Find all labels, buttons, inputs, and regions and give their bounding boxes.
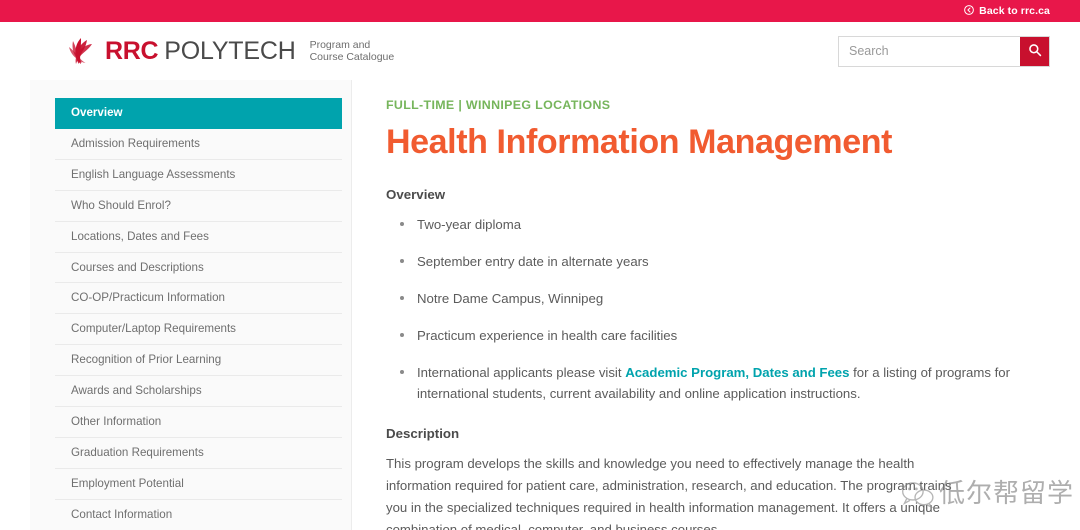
sidebar-item-contact-information[interactable]: Contact Information xyxy=(55,500,342,530)
sidebar-item-recognition-of-prior-learning[interactable]: Recognition of Prior Learning xyxy=(55,345,342,377)
intl-text-before: International applicants please visit xyxy=(417,364,626,380)
sidebar-item-label: Graduation Requirements xyxy=(71,445,204,459)
list-item-text: Practicum experience in health care faci… xyxy=(417,327,678,343)
search-submit-button[interactable] xyxy=(1020,36,1049,66)
search-input[interactable] xyxy=(839,36,1020,66)
page-title: Health Information Management xyxy=(386,123,893,161)
description-section: Description This program develops the sk… xyxy=(386,426,1050,530)
sidebar-item-label: Courses and Descriptions xyxy=(71,260,204,274)
list-item: September entry date in alternate years xyxy=(386,251,1050,272)
sidebar-item-locations-dates-and-fees[interactable]: Locations, Dates and Fees xyxy=(55,222,342,253)
brand-subtitle-line1: Program and xyxy=(309,38,371,51)
rrc-wheat-mark-icon xyxy=(66,37,96,65)
list-item: Practicum experience in health care faci… xyxy=(386,325,1050,346)
program-meta-eyebrow: FULL-TIME | WINNIPEG LOCATIONS xyxy=(386,98,611,112)
list-item-text: Notre Dame Campus, Winnipeg xyxy=(417,290,604,306)
list-item-international: International applicants please visit Ac… xyxy=(386,362,1050,404)
sidebar-item-label: Recognition of Prior Learning xyxy=(71,353,222,367)
back-to-rrc-link[interactable]: Back to rrc.ca xyxy=(964,4,1050,18)
sidebar-item-employment-potential[interactable]: Employment Potential xyxy=(55,469,342,500)
sidebar-item-courses-and-descriptions[interactable]: Courses and Descriptions xyxy=(55,253,342,284)
sidebar-item-label: Locations, Dates and Fees xyxy=(71,229,209,243)
sidebar-item-label: Other Information xyxy=(71,415,162,429)
search-icon xyxy=(1028,43,1042,60)
sidebar-item-overview[interactable]: Overview xyxy=(55,98,342,129)
sidebar-item-label: Contact Information xyxy=(71,507,173,521)
sidebar-item-computer-laptop-requirements[interactable]: Computer/Laptop Requirements xyxy=(55,314,342,346)
sidebar-item-label: Admission Requirements xyxy=(71,136,200,150)
site-header: RRC POLYTECH Program and Course Catalogu… xyxy=(0,22,1080,80)
description-paragraph: This program develops the skills and kno… xyxy=(386,455,952,530)
sidebar-item-label: CO-OP/Practicum Information xyxy=(71,291,225,305)
back-to-rrc-label: Back to rrc.ca xyxy=(979,5,1050,17)
section-nav-sidebar: Overview Admission Requirements English La… xyxy=(30,80,352,530)
brand-name-primary: RRC xyxy=(105,36,159,65)
sidebar-item-label: Overview xyxy=(71,106,123,119)
description-heading: Description xyxy=(386,425,460,441)
sidebar-item-label: Awards and Scholarships xyxy=(71,384,202,398)
overview-heading: Overview xyxy=(386,186,446,202)
sidebar-item-awards-and-scholarships[interactable]: Awards and Scholarships xyxy=(55,376,342,408)
sidebar-item-label: Who Should Enrol? xyxy=(71,198,171,212)
overview-bullet-list: Two-year diploma September entry date in … xyxy=(386,214,1050,404)
main-content: FULL-TIME | WINNIPEG LOCATIONS Health In… xyxy=(352,80,1080,530)
site-search xyxy=(838,35,1050,67)
list-item: Two-year diploma xyxy=(386,214,1050,235)
list-item-text: September entry date in alternate years xyxy=(417,253,649,269)
brand-subtitle: Program and Course Catalogue xyxy=(310,39,395,64)
sidebar-item-label: Employment Potential xyxy=(71,476,184,490)
academic-program-dates-fees-link[interactable]: Academic Program, Dates and Fees xyxy=(625,365,849,380)
brand-subtitle-line2: Course Catalogue xyxy=(309,51,395,63)
brand-name-secondary: POLYTECH xyxy=(164,36,296,65)
list-item-text: Two-year diploma xyxy=(417,216,522,232)
list-item: Notre Dame Campus, Winnipeg xyxy=(386,288,1050,309)
utility-bar: Back to rrc.ca xyxy=(0,0,1080,22)
sidebar-item-co-op-practicum-information[interactable]: CO-OP/Practicum Information xyxy=(55,283,342,315)
sidebar-item-label: English Language Assessments xyxy=(71,167,236,181)
sidebar-item-graduation-requirements[interactable]: Graduation Requirements xyxy=(55,438,342,469)
sidebar-item-who-should-enrol[interactable]: Who Should Enrol? xyxy=(55,191,342,222)
page-body: Overview Admission Requirements English La… xyxy=(0,80,1080,530)
site-logo[interactable]: RRC POLYTECH Program and Course Catalogu… xyxy=(66,37,394,66)
sidebar-item-admission-requirements[interactable]: Admission Requirements xyxy=(55,129,342,160)
sidebar-item-label: Computer/Laptop Requirements xyxy=(71,322,236,336)
sidebar-item-other-information[interactable]: Other Information xyxy=(55,407,342,438)
back-arrow-circle-icon xyxy=(964,4,975,18)
sidebar-item-english-language-assessments[interactable]: English Language Assessments xyxy=(55,160,342,191)
